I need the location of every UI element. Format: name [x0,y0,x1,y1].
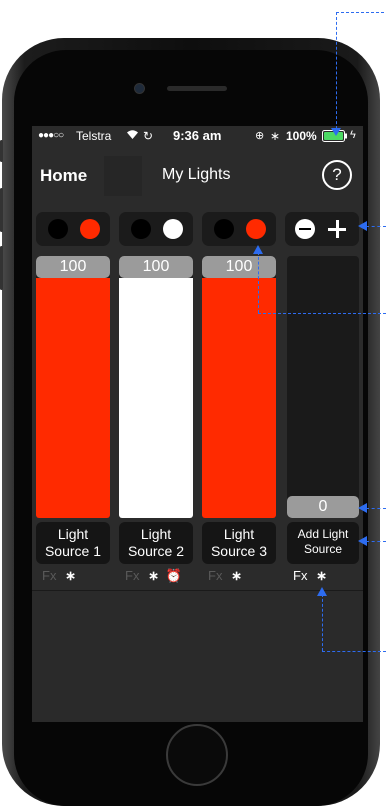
off-color-dot[interactable] [131,219,151,239]
light-color-dot[interactable] [163,219,183,239]
off-color-dot[interactable] [48,219,68,239]
bluetooth-icon: ∗ [270,129,281,143]
light-color-dot[interactable] [246,219,266,239]
annotation-line [258,252,259,313]
minus-icon[interactable] [295,219,315,239]
wifi-icon [126,129,139,143]
empty-content-area [32,591,363,722]
sync-icon: ↻ [143,129,154,143]
light-source-2-options: Fx ∗ ⏰ [125,568,182,586]
bluetooth-icon[interactable]: ∗ [316,568,327,583]
annotation-arrow [317,587,327,596]
add-light-options: Fx ∗ [293,568,327,586]
status-bar: ●●●○○ Telstra ↻ 9:36 am ⊕ ∗ 100% ϟ [32,126,363,146]
light-source-name-3[interactable]: Light Source 3 [202,522,276,564]
annotation-arrow [253,245,263,254]
charging-icon: ϟ [350,129,356,141]
annotation-arrow [331,128,341,136]
fx-button[interactable]: Fx [208,568,222,583]
bluetooth-icon[interactable]: ∗ [65,568,76,583]
page-title: My Lights [162,166,231,183]
brightness-value: 100 [36,256,110,278]
light-source-1-options: Fx ∗ [42,568,76,586]
brightness-value: 100 [202,256,276,278]
annotation-arrow [358,221,367,231]
add-light-source-button[interactable]: Add Light Source [287,522,359,564]
mute-switch [0,140,3,162]
rotation-lock-icon: ⊕ [255,130,265,142]
carrier-name: Telstra [76,129,112,143]
name-line-1: Light [57,526,89,542]
volume-down-button [0,246,3,290]
add-light-value: 0 [287,496,359,518]
annotation-line [322,594,323,651]
navigation-bar: Home My Lights ? [32,146,363,208]
annotation-line [336,12,384,13]
annotation-arrow [358,503,367,513]
annotation-arrow [358,536,367,546]
annotation-line [336,12,337,134]
brightness-slider-2[interactable]: 100 [119,256,193,518]
add-line-1: Add Light [297,527,349,541]
add-remove-controls [285,212,359,246]
light-source-name-2[interactable]: Light Source 2 [119,522,193,564]
add-line-2: Source [303,542,343,556]
volume-up-button [0,188,3,232]
battery-percent: 100% [286,129,317,143]
home-button[interactable] [166,724,228,786]
brightness-fill [36,278,110,518]
color-selector-1[interactable] [36,212,110,246]
fx-button[interactable]: Fx [125,568,139,583]
color-selector-3[interactable] [202,212,276,246]
light-source-name-1[interactable]: Light Source 1 [36,522,110,564]
annotation-line [366,508,386,509]
alarm-clock-icon[interactable]: ⏰ [166,568,182,583]
light-source-3-options: Fx ∗ [208,568,242,586]
front-camera [134,83,145,94]
fx-button[interactable]: Fx [42,568,56,583]
brightness-fill [119,278,193,518]
color-selector-2[interactable] [119,212,193,246]
bluetooth-icon[interactable]: ∗ [148,568,159,583]
name-line-2: Source 1 [44,543,102,559]
annotation-line [366,541,386,542]
name-line-2: Source 2 [127,543,185,559]
signal-strength: ●●●○○ [38,130,64,141]
name-line-2: Source 3 [210,543,268,559]
fx-button[interactable]: Fx [293,568,307,583]
bluetooth-icon[interactable]: ∗ [231,568,242,583]
name-line-1: Light [140,526,172,542]
brightness-slider-1[interactable]: 100 [36,256,110,518]
nav-highlight [104,156,142,196]
brightness-slider-3[interactable]: 100 [202,256,276,518]
plus-icon[interactable] [327,219,347,239]
earpiece-speaker [167,86,227,91]
light-color-dot[interactable] [80,219,100,239]
annotation-line [366,226,386,227]
brightness-fill [202,278,276,518]
annotation-line [258,313,386,314]
clock-time: 9:36 am [173,128,222,143]
home-tab[interactable]: Home [40,166,87,186]
app-screen: ●●●○○ Telstra ↻ 9:36 am ⊕ ∗ 100% ϟ Home … [32,126,363,722]
add-light-slider[interactable]: 0 [287,256,359,518]
brightness-value: 100 [119,256,193,278]
name-line-1: Light [223,526,255,542]
help-button[interactable]: ? [322,160,352,190]
off-color-dot[interactable] [214,219,234,239]
annotation-line [322,651,386,652]
